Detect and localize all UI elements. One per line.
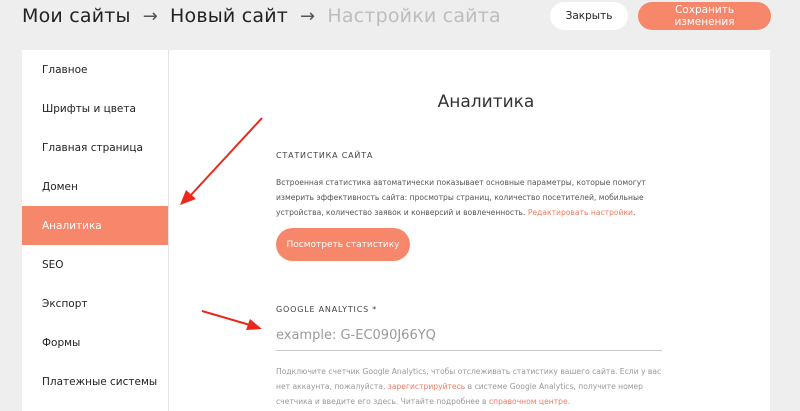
sidebar-item-payment-systems[interactable]: Платежные системы bbox=[22, 362, 168, 401]
ga-help-part3: . bbox=[567, 397, 571, 406]
breadcrumb: Мои сайты → Новый сайт → Настройки сайта bbox=[22, 2, 501, 30]
settings-sidebar: Главное Шрифты и цвета Главная страница … bbox=[22, 50, 169, 411]
arrow-right-icon: → bbox=[142, 5, 159, 27]
settings-panel: Главное Шрифты и цвета Главная страница … bbox=[22, 50, 770, 411]
edit-settings-link[interactable]: Редактировать настройки bbox=[528, 208, 633, 217]
stats-section-label: СТАТИСТИКА САЙТА bbox=[276, 151, 374, 160]
ga-section-label: GOOGLE ANALYTICS * bbox=[276, 305, 378, 314]
close-button[interactable]: Закрыть bbox=[550, 2, 628, 30]
breadcrumb-current: Настройки сайта bbox=[327, 5, 501, 27]
arrow-right-icon: → bbox=[300, 5, 316, 27]
help-center-link[interactable]: справочном центре bbox=[489, 397, 568, 406]
sidebar-item-analytics[interactable]: Аналитика bbox=[22, 206, 168, 245]
register-link[interactable]: зарегистрируйтесь bbox=[388, 382, 465, 391]
sidebar-item-general[interactable]: Главное bbox=[22, 50, 168, 89]
breadcrumb-new-site[interactable]: Новый сайт bbox=[170, 5, 288, 27]
page-title: Аналитика bbox=[437, 92, 535, 112]
stats-description: Встроенная статистика автоматически пока… bbox=[276, 175, 674, 220]
breadcrumb-my-sites[interactable]: Мои сайты bbox=[22, 5, 131, 27]
sidebar-item-home-page[interactable]: Главная страница bbox=[22, 128, 168, 167]
sidebar-item-domain[interactable]: Домен bbox=[22, 167, 168, 206]
sidebar-item-export[interactable]: Экспорт bbox=[22, 284, 168, 323]
ga-help-text: Подключите счетчик Google Analytics, что… bbox=[276, 364, 674, 409]
google-analytics-input[interactable] bbox=[276, 320, 662, 351]
sidebar-item-seo[interactable]: SEO bbox=[22, 245, 168, 284]
sidebar-item-forms[interactable]: Формы bbox=[22, 323, 168, 362]
save-changes-button[interactable]: Сохранить изменения bbox=[638, 2, 771, 30]
view-statistics-button[interactable]: Посмотреть статистику bbox=[276, 228, 410, 261]
sidebar-item-fonts-colors[interactable]: Шрифты и цвета bbox=[22, 89, 168, 128]
stats-description-suffix: . bbox=[633, 208, 636, 217]
